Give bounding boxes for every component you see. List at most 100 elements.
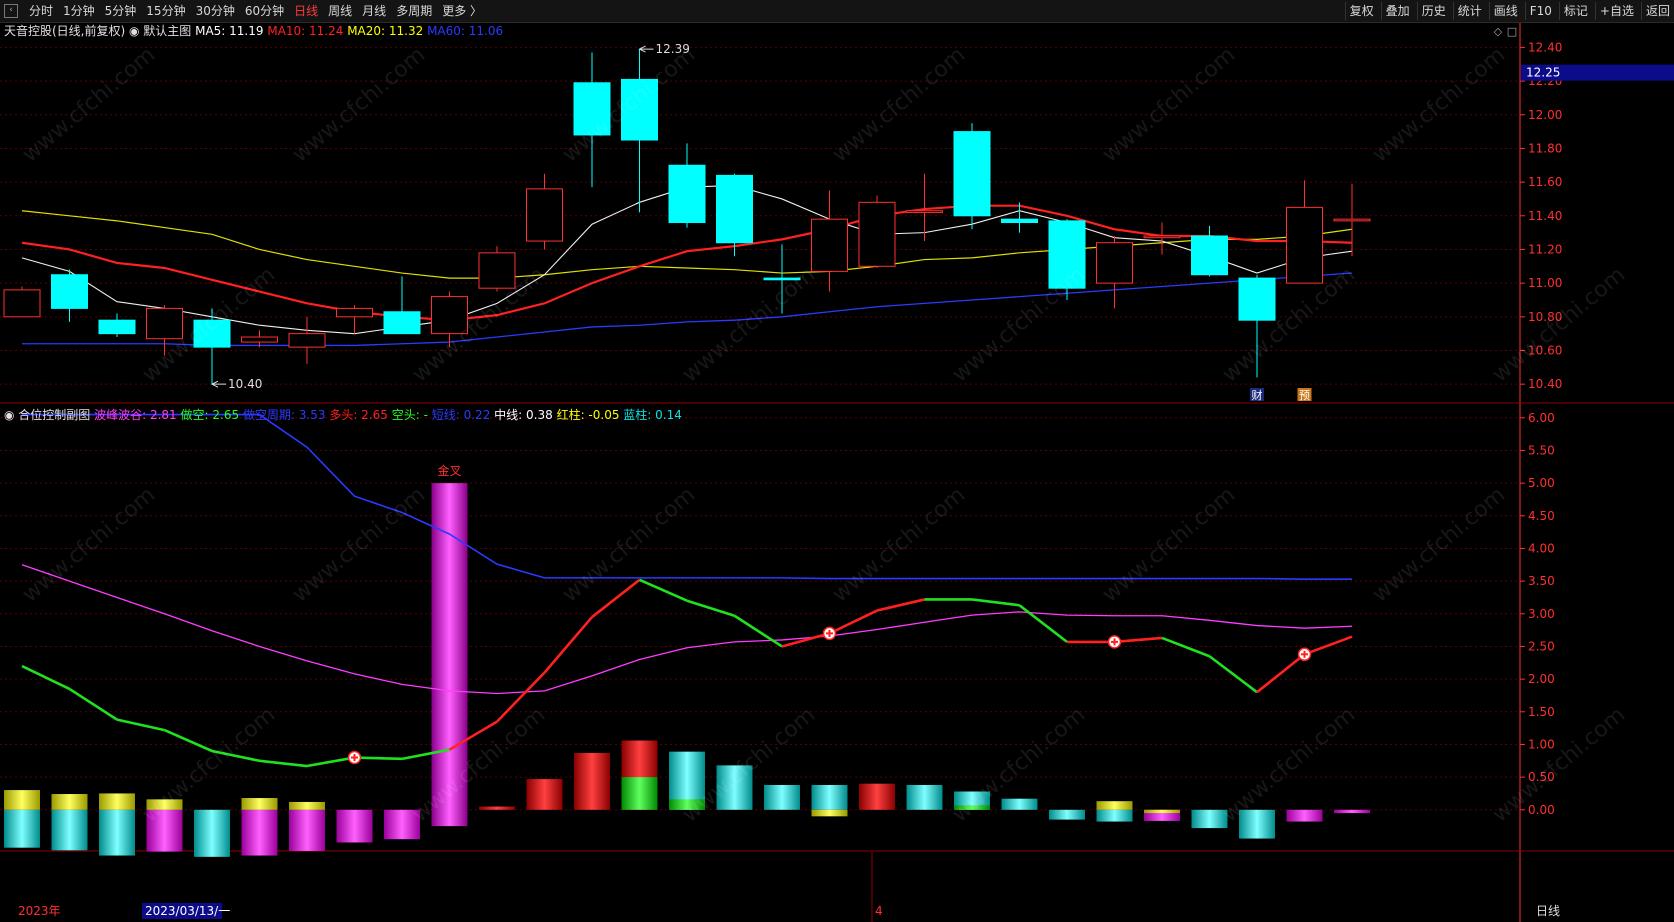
main-legend: 天音控股(日线,前复权) ◉ 默认主图 MA5: 11.19 MA10: 11.… (4, 23, 503, 38)
toolbar-button-3[interactable]: 统计 (1452, 2, 1486, 20)
watermark: www.cfchi.com (18, 482, 160, 607)
sub-bar-yellow (289, 801, 325, 810)
template-name[interactable]: ◉ 默认主图 (129, 23, 195, 38)
candle-body (811, 218, 848, 272)
sub-bar (241, 809, 278, 856)
price-tick-label: 11.60 (1528, 175, 1562, 189)
period-tab-0[interactable]: 分时 (24, 0, 58, 22)
sub-tick-label: 1.50 (1528, 705, 1555, 719)
top-toolbar: ‹ 分时 1分钟 5分钟 15分钟 30分钟 60分钟 日线 周线 月线 多周期 更多 〉 复权 叠加… (0, 0, 1674, 23)
watermark: www.cfchi.com (948, 262, 1090, 387)
cursor-date: 2023/03/13/一 (145, 904, 230, 918)
candle-body (953, 131, 991, 217)
candle-body (98, 319, 136, 335)
sub-tick-label: 3.50 (1528, 574, 1555, 588)
candle-body (906, 210, 943, 213)
candle-body (668, 164, 706, 224)
sub-bar (1001, 798, 1038, 810)
short-line-segment (638, 578, 688, 602)
period-tab-8[interactable]: 月线 (357, 0, 391, 22)
tool-buttons: 复权 叠加 历史 统计 画线 F10 标记 +自选 返回 (1342, 0, 1674, 22)
period-tab-1[interactable]: 1分钟 (58, 0, 100, 22)
badge-cai: 财 (1252, 388, 1263, 402)
watermark: www.cfchi.com (288, 42, 430, 167)
short-line-segment (163, 728, 213, 753)
sub-bar (194, 809, 230, 857)
sub-title[interactable]: ◉ 合位控制副图 (4, 407, 94, 422)
period-tab-2[interactable]: 5分钟 (100, 0, 142, 22)
candle-body (716, 174, 753, 244)
candle-body (241, 336, 278, 343)
candle-body (1286, 206, 1323, 284)
watermark: www.cfchi.com (828, 42, 970, 167)
watermark: www.cfchi.com (828, 482, 970, 607)
sub-legend-4: 空头: - (392, 408, 432, 422)
badge-yu: 预 (1299, 389, 1310, 402)
sub-bar (1286, 809, 1323, 822)
sub-tick-label: 6.00 (1528, 411, 1555, 425)
price-tick-label: 11.40 (1528, 209, 1562, 223)
period-tab-3[interactable]: 15分钟 (141, 0, 190, 22)
sub-bar (574, 752, 610, 810)
period-tab-9[interactable]: 多周期 (391, 0, 437, 22)
candle-body (526, 188, 563, 242)
sub-legend-8: 蓝柱: 0.14 (623, 407, 682, 422)
short-line-segment (68, 687, 118, 721)
short-line-segment (1256, 653, 1306, 694)
toolbar-button-4[interactable]: 画线 (1488, 2, 1522, 20)
sub-tick-label: 2.50 (1528, 639, 1555, 653)
golden-cross-label: 金叉 (437, 463, 461, 478)
sub-bar (764, 784, 800, 810)
watermark: www.cfchi.com (18, 42, 160, 167)
sub-bar (811, 784, 848, 810)
sub-bar (1096, 809, 1133, 822)
ma-legend-3: MA60: 11.06 (427, 24, 503, 38)
sub-bar (526, 779, 563, 810)
sub-legend-5: 短线: 0.22 (432, 408, 494, 422)
period-tabs: ‹ 分时 1分钟 5分钟 15分钟 30分钟 60分钟 日线 周线 月线 多周期 更多 〉 (0, 0, 487, 22)
sub-bar (4, 809, 40, 848)
short-line-segment (21, 664, 71, 691)
stock-name: 天音控股(日线,前复权) (4, 23, 129, 38)
toolbar-button-0[interactable]: 复权 (1344, 2, 1378, 20)
toolbar-button-2[interactable]: 历史 (1416, 2, 1450, 20)
period-tab-7[interactable]: 周线 (323, 0, 357, 22)
sub-tick-label: 5.50 (1528, 443, 1555, 457)
kline-chart[interactable]: 12.4012.2012.0011.8011.6011.4011.2011.00… (0, 23, 1674, 922)
toolbar-button-8[interactable]: 返回 (1640, 2, 1674, 20)
price-tick-label: 11.80 (1528, 141, 1562, 155)
short-line-segment (306, 756, 355, 768)
toolbar-button-5[interactable]: F10 (1524, 2, 1556, 20)
toolbar-button-1[interactable]: 叠加 (1380, 2, 1414, 20)
sub-tick-label: 4.00 (1528, 541, 1555, 555)
diamond-icon: ◇ (1494, 25, 1503, 38)
candle-body (858, 201, 896, 267)
sub-bar-yellow (811, 809, 848, 817)
sub-bar (1049, 809, 1085, 820)
collapse-icon[interactable]: ‹ (4, 4, 18, 18)
watermark: www.cfchi.com (678, 262, 820, 387)
sub-bar-yellow (4, 790, 40, 810)
watermark: www.cfchi.com (1368, 42, 1510, 167)
sub-bar (859, 783, 895, 810)
candle-body (146, 307, 183, 340)
toolbar-button-6[interactable]: 标记 (1558, 2, 1592, 20)
sub-legend-3: 多头: 2.65 (329, 408, 391, 422)
candle-body (383, 311, 421, 335)
watermark: www.cfchi.com (1368, 482, 1510, 607)
period-tab-5[interactable]: 60分钟 (240, 0, 289, 22)
period-tab-4[interactable]: 30分钟 (191, 0, 240, 22)
period-tab-10[interactable]: 更多 〉 (437, 0, 487, 22)
sub-bar-green (621, 777, 658, 810)
sub-tick-label: 5.00 (1528, 476, 1555, 490)
sub-legend-1: 做空: 2.65 (181, 407, 243, 422)
short-line-segment (1018, 604, 1068, 643)
period-tab-6[interactable]: 日线 (289, 0, 323, 22)
low-marker (210, 380, 226, 388)
toolbar-button-7[interactable]: +自选 (1594, 2, 1638, 20)
candle-body (1333, 218, 1371, 222)
candle-body (1096, 242, 1133, 284)
sub-bar (289, 809, 325, 851)
square-icon: □ (1507, 25, 1517, 38)
candle-body (1191, 235, 1228, 276)
